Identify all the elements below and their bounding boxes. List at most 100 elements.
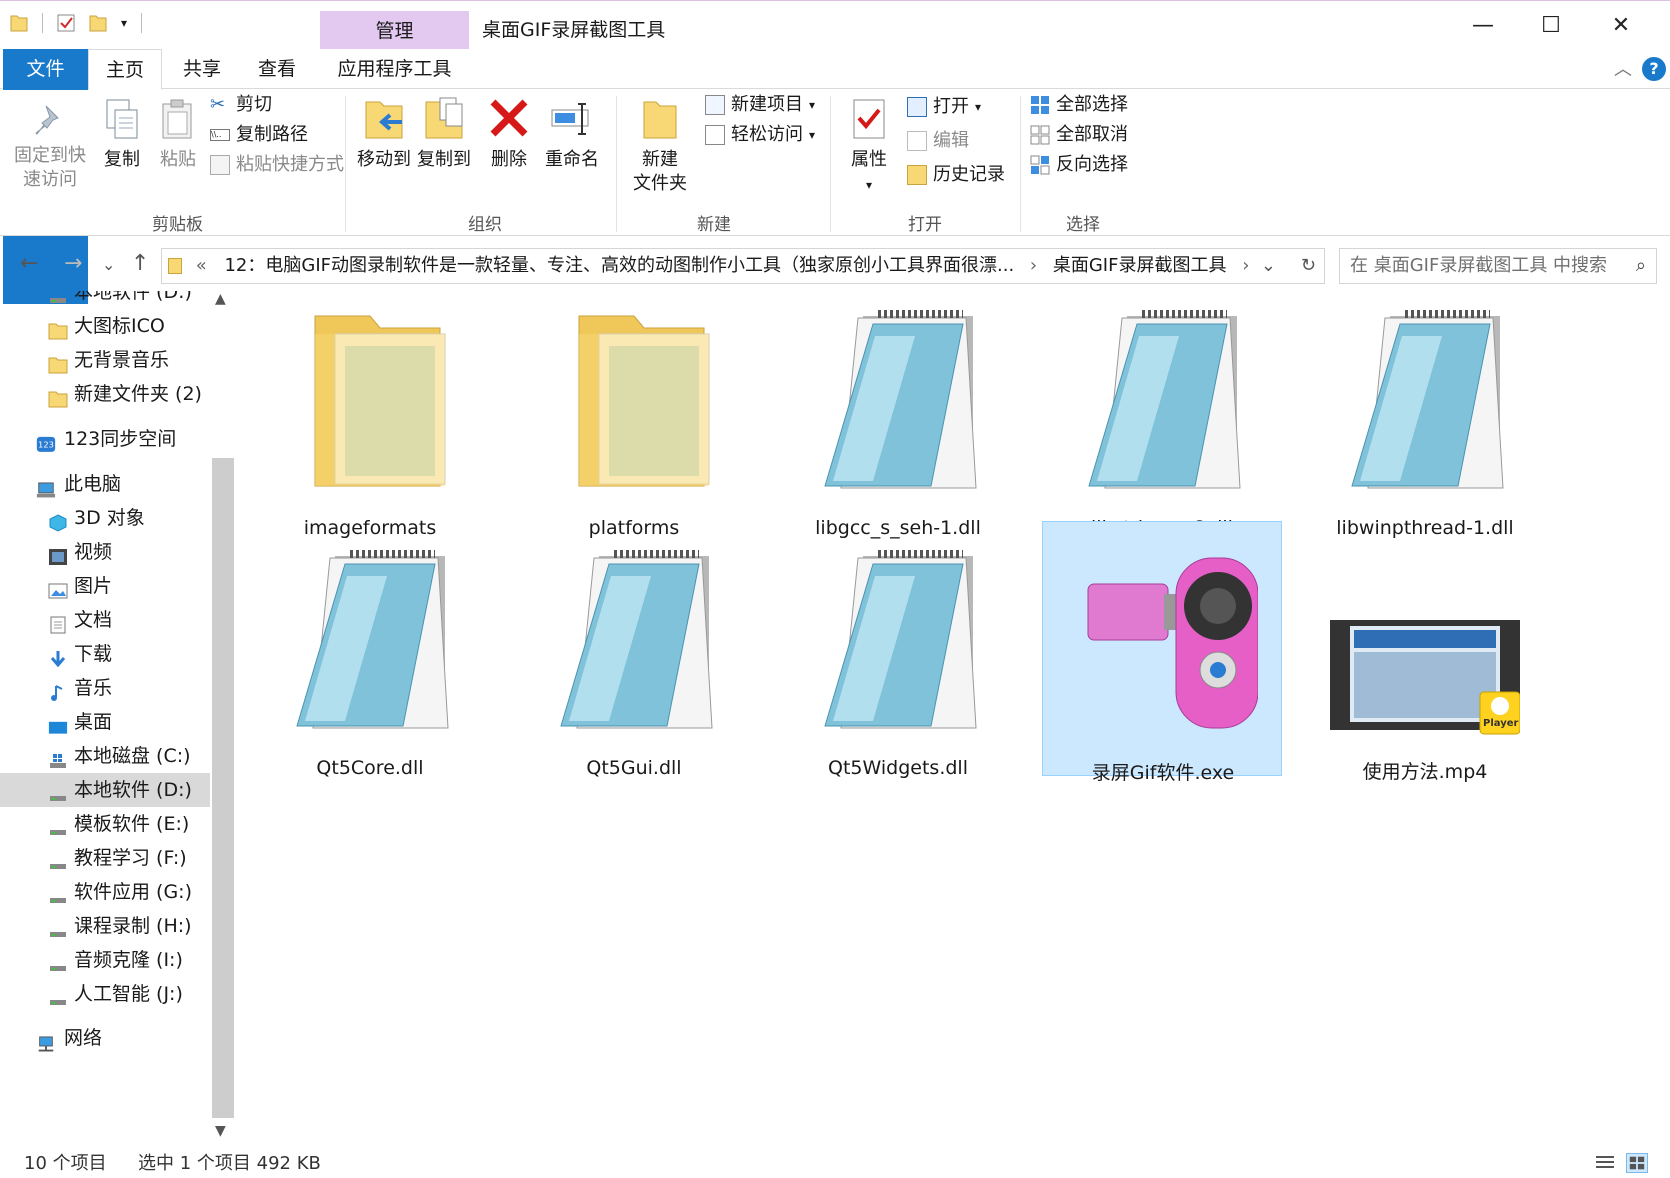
select-none-button[interactable]: 全部取消 xyxy=(1030,120,1128,150)
sidebar-item[interactable]: 视频 xyxy=(0,535,210,569)
sidebar-item[interactable]: 3D 对象 xyxy=(0,501,210,535)
large-icons-view-icon[interactable] xyxy=(1626,1153,1648,1173)
file-item[interactable]: libstdc++-6.dll xyxy=(1042,301,1282,556)
sidebar-item[interactable]: 下载 xyxy=(0,637,210,671)
breadcrumb-item-current[interactable]: 桌面GIF录屏截图工具 xyxy=(1053,255,1227,276)
properties-button[interactable]: 属性 ▾ xyxy=(843,96,895,197)
select-all-label: 全部选择 xyxy=(1056,94,1128,115)
select-all-button[interactable]: 全部选择 xyxy=(1030,90,1128,120)
close-button[interactable]: ✕ xyxy=(1598,9,1644,43)
breadcrumb-overflow[interactable]: « xyxy=(196,255,207,276)
file-item[interactable]: Qt5Widgets.dll xyxy=(778,541,1018,796)
cut-button[interactable]: ✂ 剪切 xyxy=(210,90,272,120)
scroll-up-arrow[interactable]: ▲ xyxy=(215,291,226,307)
sidebar-item[interactable]: 大图标ICO xyxy=(0,309,210,343)
invert-selection-button[interactable]: 反向选择 xyxy=(1030,150,1128,180)
sidebar-item[interactable]: 新建文件夹 (2) xyxy=(0,377,210,411)
back-button[interactable]: ← xyxy=(20,251,38,276)
properties-check-icon[interactable] xyxy=(57,13,75,33)
sidebar-item[interactable]: 教程学习 (F:) xyxy=(0,841,210,875)
paste-shortcut-button[interactable]: 粘贴快捷方式 xyxy=(210,150,344,180)
help-icon[interactable]: ? xyxy=(1642,57,1666,81)
sidebar-item[interactable]: 本地磁盘 (C:) xyxy=(0,739,210,773)
breadcrumb-item[interactable]: 12：电脑GIF动图录制软件是一款轻量、专注、高效的动图制作小工具（独家原创小工… xyxy=(224,255,1014,276)
sidebar-item[interactable]: 无背景音乐 xyxy=(0,343,210,377)
folder-icon[interactable] xyxy=(10,13,28,33)
tab-app-tools[interactable]: 应用程序工具 xyxy=(320,49,469,89)
sidebar-item[interactable]: 图片 xyxy=(0,569,210,603)
sidebar-item[interactable]: 软件应用 (G:) xyxy=(0,875,210,909)
recent-locations-button[interactable]: ⌄ xyxy=(102,255,115,274)
sidebar-item[interactable]: 文档 xyxy=(0,603,210,637)
edit-button[interactable]: 编辑 xyxy=(907,126,969,156)
copy-label: 复制 xyxy=(104,149,140,170)
copy-button[interactable]: 复制 xyxy=(96,98,148,172)
new-item-button[interactable]: 新建项目 ▾ xyxy=(705,90,815,120)
delete-button[interactable]: 删除 xyxy=(484,96,534,172)
scroll-down-arrow[interactable]: ▼ xyxy=(215,1123,226,1139)
file-item[interactable]: Qt5Core.dll xyxy=(250,541,490,796)
up-button[interactable]: ↑ xyxy=(131,251,149,276)
copy-path-button[interactable]: \\.. 复制路径 xyxy=(210,120,308,150)
new-folder-icon[interactable] xyxy=(89,13,107,33)
minimize-button[interactable]: — xyxy=(1460,9,1506,43)
sidebar-item[interactable]: 本地软件 (D:) xyxy=(0,291,210,309)
new-group-label: 新建 xyxy=(697,215,731,235)
easy-access-button[interactable]: 轻松访问 ▾ xyxy=(705,120,815,150)
dll-notepad-icon xyxy=(1067,306,1257,506)
file-item[interactable]: libwinpthread-1.dll xyxy=(1305,301,1545,556)
file-item[interactable]: libgcc_s_seh-1.dll xyxy=(778,301,1018,556)
music-icon xyxy=(48,679,68,701)
sidebar-item[interactable]: 网络 xyxy=(0,1021,210,1055)
file-item[interactable]: Player 使用方法.mp4 xyxy=(1305,541,1545,796)
history-button[interactable]: 历史记录 xyxy=(907,160,1005,190)
search-input[interactable]: 在 桌面GIF录屏截图工具 中搜索 ⌕ xyxy=(1339,248,1657,284)
sidebar-item[interactable]: 人工智能 (J:) xyxy=(0,977,210,1011)
copy-to-button[interactable]: 复制到 xyxy=(414,96,474,172)
open-icon xyxy=(907,97,927,117)
network-icon xyxy=(36,1029,56,1052)
explorer-window: ▾ 管理 桌面GIF录屏截图工具 — ☐ ✕ 文件 主页 共享 查看 应用程序工… xyxy=(0,0,1670,1177)
manage-context-tab[interactable]: 管理 xyxy=(320,11,469,49)
rename-button[interactable]: 重命名 xyxy=(540,96,604,172)
folder-icon xyxy=(48,351,68,374)
sidebar-item[interactable]: 123 123同步空间 xyxy=(0,422,210,456)
maximize-button[interactable]: ☐ xyxy=(1528,9,1574,43)
scissors-icon: ✂ xyxy=(210,94,226,115)
file-name: 使用方法.mp4 xyxy=(1362,761,1488,783)
file-item[interactable]: 录屏Gif软件.exe xyxy=(1042,521,1282,784)
details-view-icon[interactable] xyxy=(1594,1153,1616,1173)
sidebar-item[interactable]: 音乐 xyxy=(0,671,210,705)
navigation-pane-scrollbar[interactable] xyxy=(212,458,234,1118)
file-item[interactable]: platforms xyxy=(514,301,754,556)
open-button[interactable]: 打开 ▾ xyxy=(907,92,981,122)
sidebar-item[interactable]: 模板软件 (E:) xyxy=(0,807,210,841)
drive-icon xyxy=(48,917,68,937)
window-title: 桌面GIF录屏截图工具 xyxy=(482,19,666,41)
file-item[interactable]: Qt5Gui.dll xyxy=(514,541,754,796)
tab-view[interactable]: 查看 xyxy=(245,49,309,89)
new-folder-button[interactable]: 新建 文件夹 xyxy=(630,96,690,196)
address-history-dropdown-icon[interactable]: ⌄ xyxy=(1261,249,1276,283)
file-item[interactable]: imageformats xyxy=(250,301,490,556)
tab-home[interactable]: 主页 xyxy=(88,49,162,90)
search-icon: ⌕ xyxy=(1635,255,1646,276)
sidebar-item[interactable]: 本地软件 (D:) xyxy=(0,773,210,807)
qat-dropdown-icon[interactable]: ▾ xyxy=(121,16,127,30)
address-bar[interactable]: « 12：电脑GIF动图录制软件是一款轻量、专注、高效的动图制作小工具（独家原创… xyxy=(161,248,1325,284)
move-to-button[interactable]: 移动到 xyxy=(354,96,414,172)
pin-quick-access-button[interactable]: 固定到快 速访问 xyxy=(12,102,88,192)
sidebar-item[interactable]: 课程录制 (H:) xyxy=(0,909,210,943)
sidebar-item-label: 123同步空间 xyxy=(64,428,177,450)
refresh-icon[interactable]: ↻ xyxy=(1301,249,1316,283)
file-name: Qt5Gui.dll xyxy=(586,757,682,779)
copy-to-label: 复制到 xyxy=(417,149,471,170)
paste-button[interactable]: 粘贴 xyxy=(152,98,204,172)
collapse-ribbon-icon[interactable]: ︿ xyxy=(1614,55,1632,81)
forward-button[interactable]: → xyxy=(64,251,82,276)
tab-share[interactable]: 共享 xyxy=(170,49,234,89)
sidebar-item[interactable]: 此电脑 xyxy=(0,467,210,501)
sidebar-item[interactable]: 桌面 xyxy=(0,705,210,739)
svg-text:123: 123 xyxy=(38,440,54,450)
sidebar-item[interactable]: 音频克隆 (I:) xyxy=(0,943,210,977)
